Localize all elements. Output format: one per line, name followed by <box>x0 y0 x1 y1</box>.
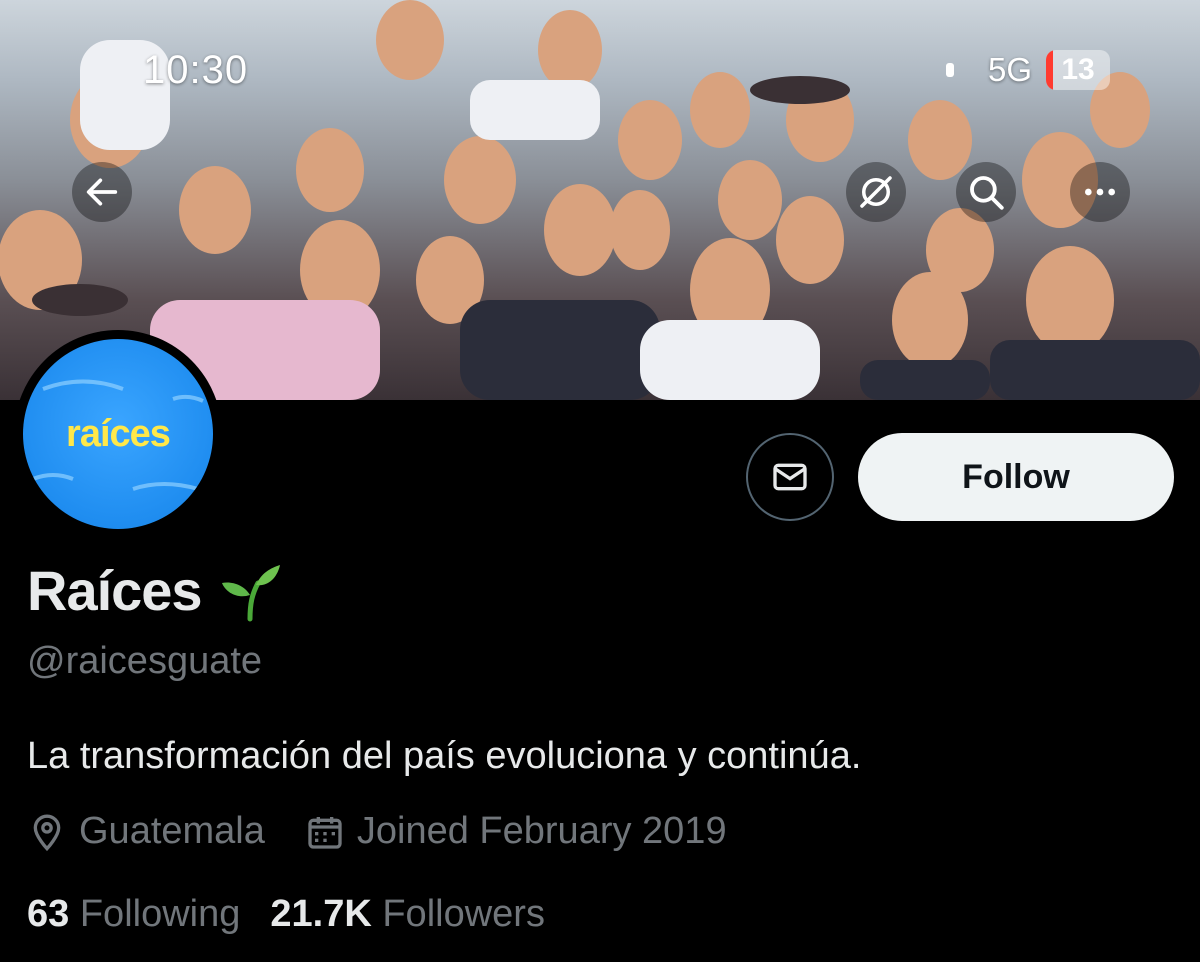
back-button[interactable] <box>72 162 132 222</box>
profile-stats: 63 Following 21.7K Followers <box>27 893 545 936</box>
status-indicators: 5G 13 <box>945 50 1110 90</box>
search-icon <box>970 176 1004 210</box>
calendar-icon <box>308 816 342 849</box>
message-button[interactable] <box>746 433 834 521</box>
more-icon <box>1085 188 1115 196</box>
profile-meta: Guatemala Joined February 2019 <box>27 810 767 853</box>
profile-bio: La transformación del país evoluciona y … <box>27 735 862 777</box>
profile-avatar[interactable]: raíces <box>14 330 222 538</box>
spaces-icon <box>860 176 892 208</box>
mail-icon <box>773 463 807 491</box>
following-label: Following <box>79 893 241 935</box>
profile-name-row: Raíces <box>27 558 282 623</box>
battery-icon: 13 <box>1046 50 1110 90</box>
follow-button[interactable]: Follow <box>858 433 1174 521</box>
search-button[interactable] <box>956 162 1016 222</box>
seedling-icon <box>221 564 280 621</box>
location-text: Guatemala <box>79 810 265 852</box>
profile-name: Raíces <box>27 559 203 622</box>
battery-level: 13 <box>1061 53 1095 86</box>
arrow-left-icon <box>86 178 118 206</box>
more-button[interactable] <box>1070 162 1130 222</box>
status-dot-icon <box>945 63 954 77</box>
followers-count: 21.7K <box>270 893 372 935</box>
followers-link[interactable]: 21.7K Followers <box>270 893 545 936</box>
followers-label: Followers <box>382 893 545 935</box>
location-item: Guatemala <box>27 810 265 853</box>
network-type: 5G <box>987 51 1032 88</box>
following-count: 63 <box>27 893 70 935</box>
following-link[interactable]: 63 Following <box>27 893 240 936</box>
location-pin-icon <box>33 814 61 851</box>
avatar-logo: raíces <box>23 339 213 529</box>
status-time: 10:30 <box>143 48 249 92</box>
avatar-logo-text: raíces <box>66 412 171 455</box>
joined-text: Joined February 2019 <box>356 810 727 852</box>
profile-handle: @raicesguate <box>27 640 263 682</box>
joined-item: Joined February 2019 <box>305 810 727 853</box>
spaces-button[interactable] <box>846 162 906 222</box>
